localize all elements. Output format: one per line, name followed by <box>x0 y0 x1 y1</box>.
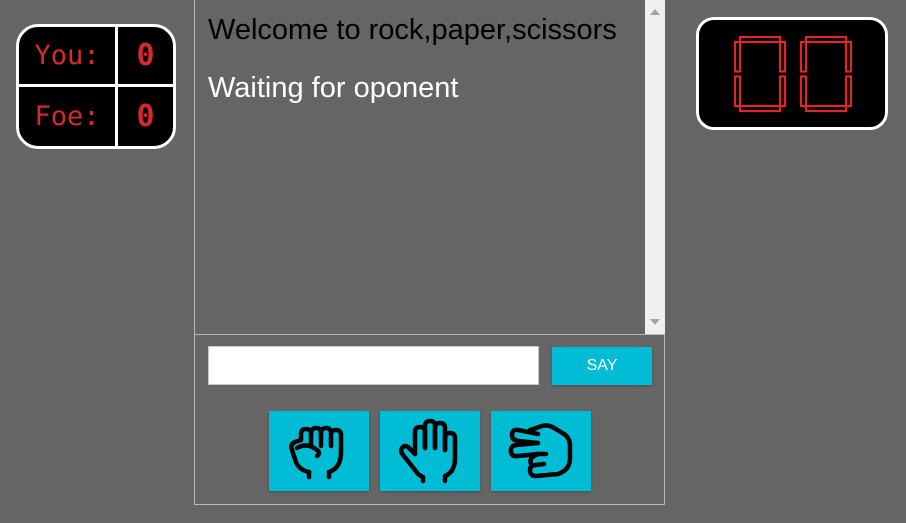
timer-segment <box>799 74 808 107</box>
foe-score: 0 <box>136 98 155 134</box>
scissors-button[interactable] <box>491 411 591 491</box>
you-score: 0 <box>118 27 173 87</box>
chat-message: Waiting for oponent <box>208 72 459 104</box>
timer-digit <box>733 35 787 112</box>
game-page: You: 0 Foe: 0 Welcome to rock,paper,scis… <box>0 0 906 523</box>
timer-segment <box>844 40 853 73</box>
chat-log: Welcome to rock,paper,scissors Waiting f… <box>195 0 647 334</box>
open-hand-icon <box>398 418 458 484</box>
say-button[interactable]: SAY <box>552 347 652 385</box>
timer-segment <box>804 35 848 43</box>
timer-segment <box>799 40 808 73</box>
timer-segment <box>844 74 853 107</box>
fist-icon <box>289 425 344 480</box>
divider <box>195 334 664 335</box>
scroll-down-arrow-icon[interactable] <box>650 319 660 325</box>
game-panel: Welcome to rock,paper,scissors Waiting f… <box>194 0 665 505</box>
scoreboard: You: 0 Foe: 0 <box>16 24 176 149</box>
scroll-up-arrow-icon[interactable] <box>650 9 660 15</box>
countdown-timer <box>696 17 888 130</box>
rock-button[interactable] <box>269 411 369 491</box>
chat-scrollbar[interactable] <box>645 0 665 334</box>
timer-segment <box>778 40 787 73</box>
timer-digits <box>733 35 853 112</box>
paper-button[interactable] <box>380 411 480 491</box>
chat-input[interactable] <box>208 346 539 385</box>
timer-segment <box>778 74 787 107</box>
timer-segment <box>804 104 848 112</box>
foe-label: Foe: <box>19 86 118 146</box>
chat-message: Welcome to rock,paper,scissors <box>208 14 617 46</box>
you-label: You: <box>19 27 118 87</box>
timer-segment <box>733 74 742 107</box>
timer-digit <box>799 35 853 112</box>
timer-segment <box>738 104 782 112</box>
timer-segment <box>738 35 782 43</box>
timer-segment <box>733 40 742 73</box>
scissors-hand-icon <box>508 423 573 479</box>
